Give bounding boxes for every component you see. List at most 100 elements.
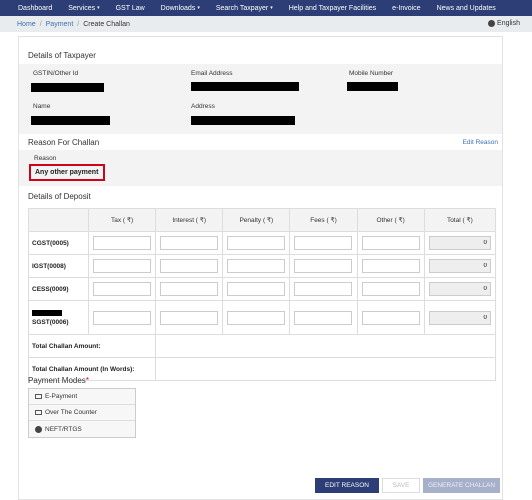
total-amount-value (155, 334, 496, 358)
cell (155, 277, 224, 301)
generate-challan-button[interactable]: GENERATE CHALLAN (423, 478, 500, 493)
mode-e-payment[interactable]: E-Payment (29, 389, 135, 405)
caret-down-icon: ▾ (270, 5, 273, 11)
mode-label: E-Payment (45, 393, 78, 400)
breadcrumb-separator: / (77, 20, 80, 28)
cell (155, 231, 224, 255)
gstin-value-redacted (31, 83, 104, 92)
nav-news[interactable]: News and Updates (429, 5, 504, 12)
payment-modes-title: Payment Modes* (28, 376, 89, 385)
language-selector[interactable]: English (488, 20, 520, 27)
cgst-fees-input[interactable] (294, 236, 353, 250)
cell (289, 277, 358, 301)
cell (356, 277, 425, 301)
cell (155, 254, 224, 278)
cell (87, 231, 157, 255)
cell (356, 254, 425, 278)
edit-reason-button[interactable]: EDIT REASON (315, 478, 379, 493)
igst-penalty-input[interactable] (227, 259, 286, 273)
igst-other-input[interactable] (361, 259, 420, 273)
nav-einvoice[interactable]: e-Invoice (384, 5, 428, 12)
igst-tax-input[interactable] (93, 259, 152, 273)
reason-label: Reason (34, 155, 57, 162)
nav-search-taxpayer[interactable]: Search Taxpayer ▾ (208, 5, 281, 12)
total-amount-label: Total Challan Amount: (27, 334, 157, 358)
email-label: Email Address (191, 70, 233, 77)
mode-over-the-counter[interactable]: Over The Counter (29, 405, 135, 421)
cess-interest-input[interactable] (160, 282, 219, 296)
cell (87, 254, 157, 278)
cess-fees-input[interactable] (294, 282, 353, 296)
cgst-penalty-input[interactable] (227, 236, 286, 250)
cgst-other-input[interactable] (361, 236, 420, 250)
sgst-penalty-input[interactable] (227, 310, 286, 325)
email-value-redacted (191, 82, 299, 91)
reason-value: Any other payment (29, 164, 105, 181)
table-row-igst: IGST(0008) (28, 254, 497, 278)
igst-fees-input[interactable] (294, 259, 353, 273)
cgst-interest-input[interactable] (160, 236, 219, 250)
nav-services[interactable]: Services ▾ (60, 5, 107, 12)
nav-help[interactable]: Help and Taxpayer Facilities (281, 5, 384, 12)
caret-down-icon: ▾ (97, 5, 100, 11)
breadcrumb-payment[interactable]: Payment (46, 21, 74, 28)
sgst-interest-input[interactable] (160, 310, 219, 325)
caret-down-icon: ▾ (197, 5, 200, 11)
sgst-other-input[interactable] (361, 310, 420, 325)
nav-gst-law[interactable]: GST Law (108, 5, 153, 12)
breadcrumb: Home / Payment / Create Challan English (0, 16, 532, 32)
counter-icon (35, 410, 42, 415)
column-header-fees: Fees ( ₹) (289, 208, 358, 232)
top-nav: Dashboard Services ▾ GST Law Downloads ▾ S… (0, 0, 532, 16)
nav-label: News and Updates (436, 4, 496, 12)
table-row-cess: CESS(0009) (28, 277, 497, 301)
nav-downloads[interactable]: Downloads ▾ (153, 5, 208, 12)
name-label: Name (33, 103, 51, 110)
breadcrumb-current: Create Challan (83, 20, 130, 28)
sgst-fees-input[interactable] (294, 310, 353, 325)
payment-modes-label: Payment Modes (28, 376, 86, 385)
cell (222, 300, 291, 335)
payment-modes-list: E-Payment Over The Counter NEFT/RTGS (28, 388, 136, 438)
cell (222, 277, 291, 301)
column-header (28, 208, 89, 232)
mode-label: NEFT/RTGS (45, 425, 82, 433)
edit-reason-link[interactable]: Edit Reason (463, 139, 498, 146)
cess-other-input[interactable] (361, 282, 420, 296)
cell (289, 254, 358, 278)
cell (87, 300, 157, 335)
nav-label: GST Law (115, 4, 145, 12)
table-row-sgst: SGST(0006) (28, 300, 497, 335)
row-label-cell: SGST(0006) (28, 300, 89, 335)
create-challan-card: Details of Taxpayer GSTIN/Other Id Email… (18, 36, 503, 500)
cgst-tax-input[interactable] (93, 236, 152, 250)
taxpayer-section-title: Details of Taxpayer (28, 51, 96, 60)
nav-label: Downloads (160, 4, 196, 12)
cess-tax-input[interactable] (93, 282, 152, 296)
nav-dashboard[interactable]: Dashboard (10, 5, 60, 12)
deposit-table: Tax ( ₹) Interest ( ₹) Penalty ( ₹) Fees… (27, 208, 497, 381)
sgst-total-field (428, 310, 491, 325)
nav-label: Help and Taxpayer Facilities (288, 4, 377, 12)
row-label: CESS(0009) (28, 277, 89, 301)
cell (356, 300, 425, 335)
breadcrumb-separator: / (39, 20, 42, 28)
igst-interest-input[interactable] (160, 259, 219, 273)
cell (356, 231, 425, 255)
cgst-total-field (428, 236, 491, 250)
column-header-penalty: Penalty ( ₹) (222, 208, 291, 232)
required-mark: * (85, 376, 89, 385)
cess-penalty-input[interactable] (227, 282, 286, 296)
breadcrumb-home[interactable]: Home (17, 21, 36, 28)
mode-label: Over The Counter (45, 409, 97, 416)
language-label: English (497, 20, 520, 27)
deposit-section-title: Details of Deposit (28, 192, 91, 201)
igst-total-field (428, 259, 491, 273)
column-header-interest: Interest ( ₹) (155, 208, 224, 232)
sgst-tax-input[interactable] (93, 310, 152, 325)
mobile-label: Mobile Number (349, 70, 394, 77)
cell (87, 277, 157, 301)
state-name-redacted (32, 309, 62, 316)
save-button[interactable]: SAVE (382, 478, 420, 493)
mode-neft-rtgs[interactable]: NEFT/RTGS (29, 421, 135, 437)
